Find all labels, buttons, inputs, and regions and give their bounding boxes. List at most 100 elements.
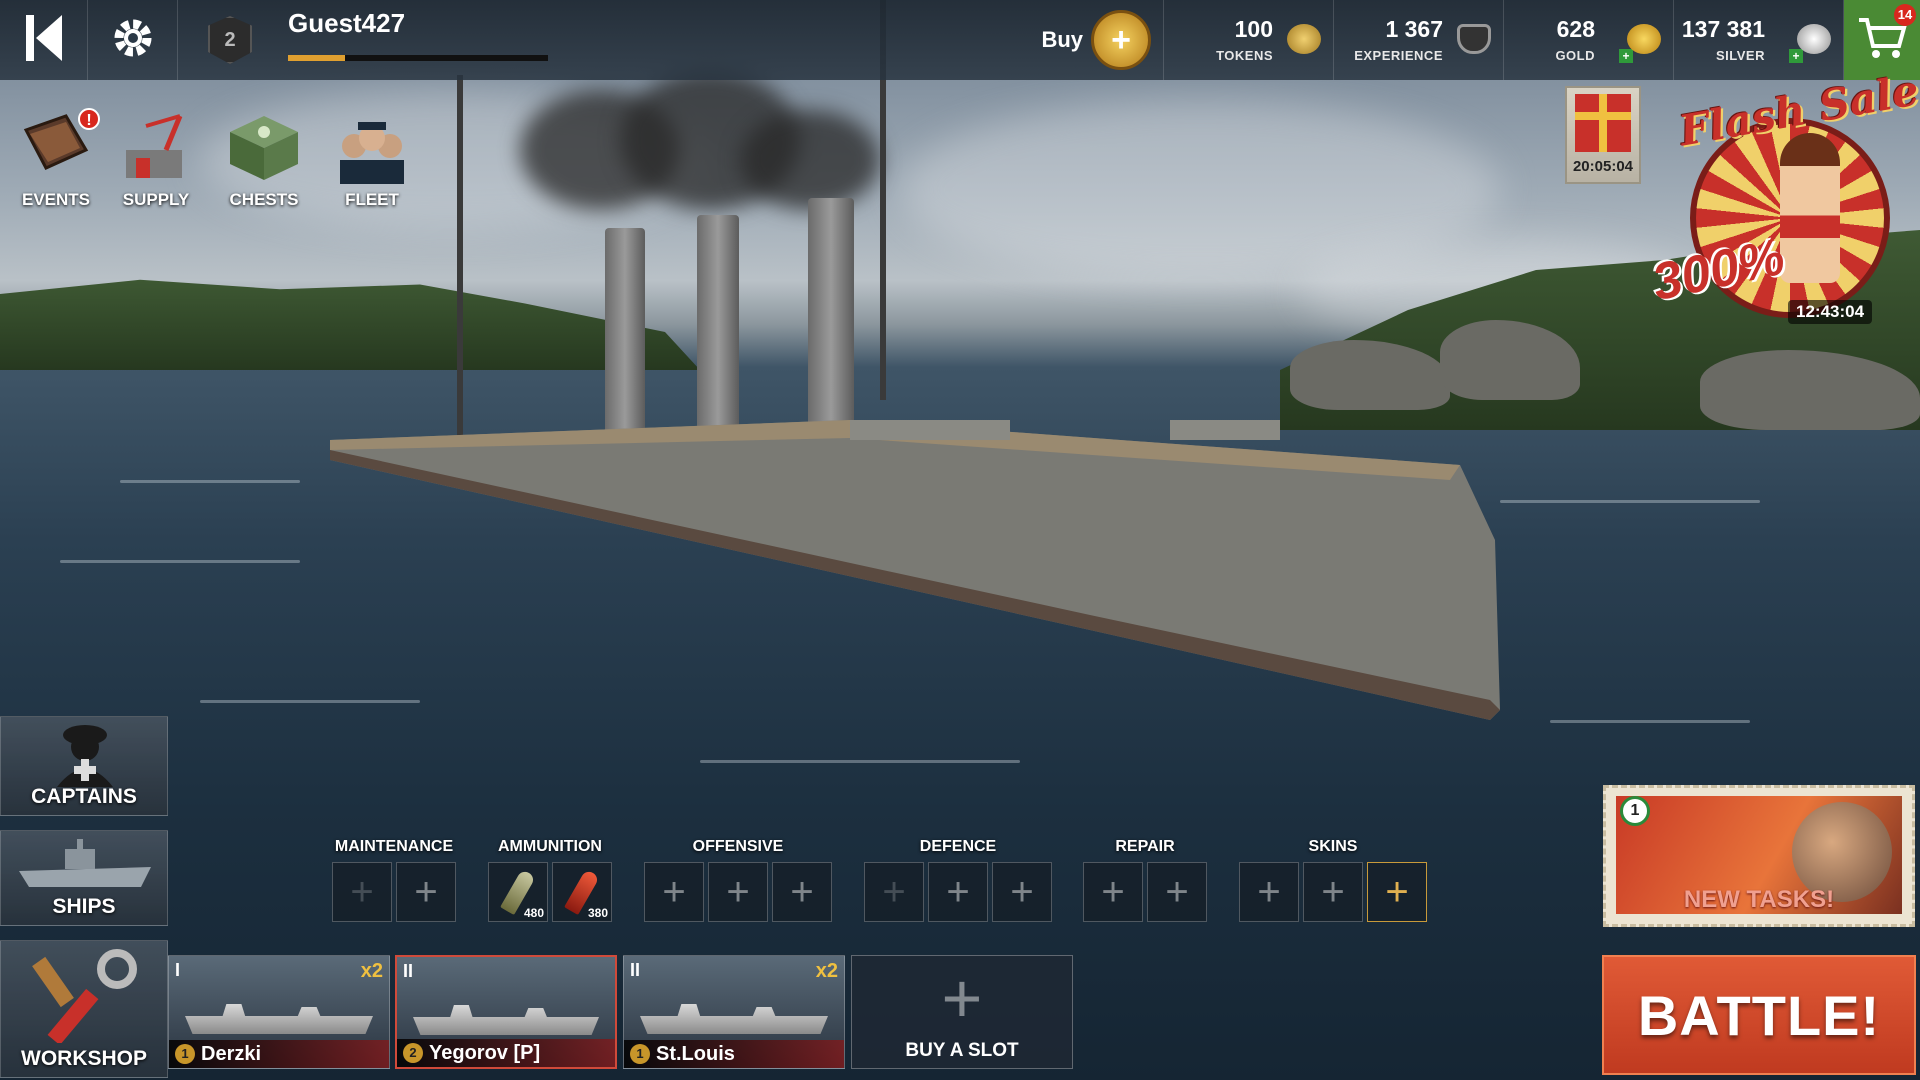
silver-value: 137 381 — [1681, 16, 1765, 42]
new-tasks-button[interactable]: 1 NEW TASKS! — [1603, 785, 1915, 927]
offensive-title: OFFENSIVE — [692, 838, 784, 855]
tokens-value: 100 — [1234, 16, 1273, 42]
add-gold-button[interactable]: + — [1619, 49, 1633, 63]
menu-chests[interactable]: CHESTS — [214, 110, 314, 210]
menu-fleet-label: FLEET — [345, 190, 399, 209]
ship-silhouette — [413, 1005, 599, 1035]
defence-slots: DEFENCE + + + — [864, 838, 1052, 922]
skin-slot[interactable]: + — [1303, 862, 1363, 922]
ship-name: Yegorov [P] — [429, 1041, 541, 1064]
gold-currency[interactable]: 628 GOLD + — [1504, 0, 1674, 80]
menu-supply-label: SUPPLY — [122, 190, 190, 209]
gift-offer-button[interactable]: 20:05:04 — [1565, 86, 1641, 184]
ship-card-derzki[interactable]: I x2 1 Derzki — [168, 955, 390, 1069]
workshop-label: WORKSHOP — [21, 1047, 147, 1070]
top-bar: 2 Guest427 Buy + 100 TOKENS 1 367 EXPERI… — [0, 0, 1920, 80]
menu-chests-label: CHESTS — [229, 190, 299, 209]
gift-timer: 20:05:04 — [1572, 158, 1634, 175]
events-alert-badge: ! — [78, 108, 100, 130]
ship-tier: I — [175, 960, 181, 980]
defence-slot[interactable]: + — [928, 862, 988, 922]
buy-premium-button[interactable]: Buy + — [1039, 0, 1164, 80]
skins-title: SKINS — [1308, 838, 1358, 855]
ship-mast — [457, 75, 463, 435]
ammunition-slots: AMMUNITION 480 380 — [488, 838, 612, 922]
offensive-slot[interactable]: + — [708, 862, 768, 922]
ammo-slot-he[interactable]: 480 — [488, 862, 548, 922]
workshop-button[interactable]: WORKSHOP — [0, 940, 168, 1078]
player-profile[interactable]: 2 Guest427 — [178, 0, 578, 80]
offensive-slot[interactable]: + — [644, 862, 704, 922]
tokens-currency[interactable]: 100 TOKENS — [1164, 0, 1334, 80]
tasks-count-badge: 1 — [1620, 796, 1650, 826]
skin-slot[interactable]: + — [1367, 862, 1427, 922]
flash-sale-timer: 12:43:04 — [1788, 300, 1873, 324]
ammo-slot-ap[interactable]: 380 — [552, 862, 612, 922]
add-silver-button[interactable]: + — [1789, 49, 1803, 63]
menu-supply[interactable]: SUPPLY — [106, 110, 206, 210]
repair-slot[interactable]: + — [1083, 862, 1143, 922]
ship-level: 1 — [630, 1044, 650, 1064]
buy-slot-button[interactable]: + BUY A SLOT — [851, 955, 1073, 1069]
cart-badge: 14 — [1894, 4, 1916, 26]
workshop-tools-icon — [25, 947, 145, 1048]
experience-value: 1 367 — [1385, 16, 1443, 42]
offensive-slots: OFFENSIVE + + + — [644, 838, 832, 922]
defence-slot[interactable]: + — [992, 862, 1052, 922]
back-button[interactable] — [0, 0, 88, 80]
plus-icon: + — [941, 959, 983, 1037]
gold-label: GOLD — [1555, 48, 1595, 63]
battle-button[interactable]: BATTLE! — [1602, 955, 1916, 1075]
silver-label: SILVER — [1716, 48, 1765, 63]
ship-tier: II — [403, 961, 414, 981]
experience-currency[interactable]: 1 367 EXPERIENCE — [1334, 0, 1504, 80]
experience-shield-icon — [1457, 24, 1491, 54]
maintenance-title: MAINTENANCE — [334, 838, 454, 855]
offensive-slot[interactable]: + — [772, 862, 832, 922]
settings-button[interactable] — [88, 0, 178, 80]
ammo-count: 480 — [523, 906, 544, 920]
gear-icon — [108, 13, 158, 68]
ship-name: Derzki — [201, 1042, 262, 1065]
ammo-count: 380 — [587, 906, 608, 920]
flash-sale-button[interactable]: Flash Sale 300% 12:43:04 — [1647, 65, 1920, 338]
menu-events[interactable]: ! EVENTS — [6, 108, 106, 210]
new-tasks-label: NEW TASKS! — [1683, 886, 1835, 913]
xp-progress-bar — [288, 55, 548, 61]
ship-multiplier: x2 — [815, 960, 838, 982]
repair-slot[interactable]: + — [1147, 862, 1207, 922]
cruiser-ship — [330, 360, 1500, 720]
silver-currency[interactable]: 137 381 SILVER + — [1674, 0, 1844, 80]
captain-silhouette-icon — [51, 721, 119, 792]
ship-level: 1 — [175, 1044, 195, 1064]
silver-coins-icon — [1797, 24, 1831, 54]
menu-fleet[interactable]: FLEET — [322, 110, 422, 210]
defence-slot[interactable]: + — [864, 862, 924, 922]
ships-label: SHIPS — [52, 895, 116, 918]
defence-title: DEFENCE — [919, 838, 997, 855]
ship-card-st-louis[interactable]: II x2 1 St.Louis — [623, 955, 845, 1069]
captains-button[interactable]: CAPTAINS — [0, 716, 168, 816]
gold-coins-icon — [1627, 24, 1661, 54]
maintenance-slots: MAINTENANCE + + — [332, 838, 456, 922]
back-arrow-icon — [22, 13, 66, 68]
rank-badge: 2 — [208, 16, 252, 64]
chest-icon — [224, 110, 304, 186]
supply-crane-icon — [116, 110, 196, 186]
skin-slot[interactable]: + — [1239, 862, 1299, 922]
buy-slot-label: BUY A SLOT — [905, 1040, 1019, 1061]
events-book-icon: ! — [16, 108, 100, 186]
repair-slots: REPAIR + + — [1083, 838, 1207, 922]
captains-label: CAPTAINS — [31, 785, 137, 808]
battle-label: BATTLE! — [1637, 983, 1881, 1047]
ship-tier: II — [630, 960, 641, 980]
ships-button[interactable]: SHIPS — [0, 830, 168, 926]
ship-level: 2 — [403, 1043, 423, 1063]
ship-card-yegorov[interactable]: II 2 Yegorov [P] — [395, 955, 617, 1069]
ship-multiplier: x2 — [360, 960, 383, 982]
maintenance-slot[interactable]: + — [332, 862, 392, 922]
maintenance-slot[interactable]: + — [396, 862, 456, 922]
tokens-label: TOKENS — [1216, 48, 1273, 63]
ship-silhouette — [640, 1004, 828, 1034]
ship-silhouette — [185, 1004, 373, 1034]
